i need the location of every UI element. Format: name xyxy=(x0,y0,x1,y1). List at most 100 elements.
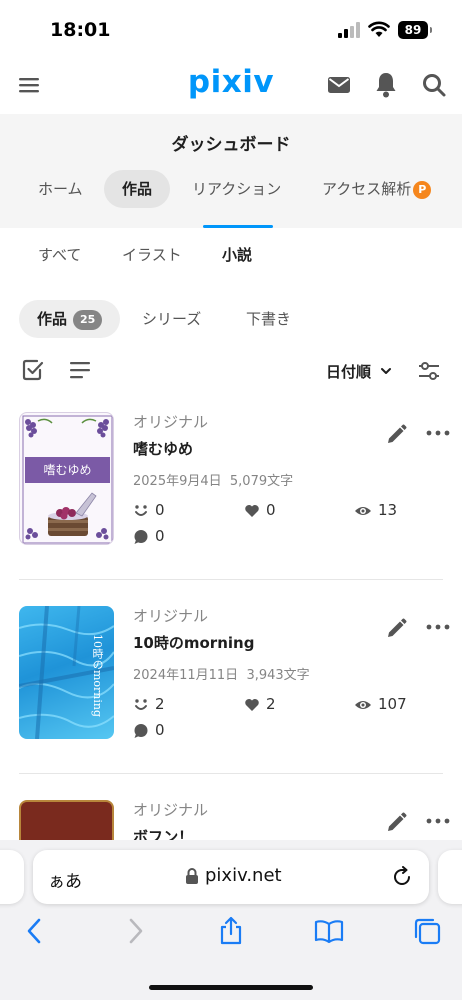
filter-chips: 作品 25 シリーズ 下書き xyxy=(0,300,462,338)
work-category: オリジナル xyxy=(133,801,209,819)
work-date: 2025年9月4日 xyxy=(133,474,222,489)
list-toolbar: 日付順 xyxy=(0,354,462,388)
chip-drafts[interactable]: 下書き xyxy=(228,300,309,338)
work-date-and-length: 2025年9月4日 5,079文字 xyxy=(133,470,373,489)
item-divider xyxy=(19,579,443,580)
chip-works-label: 作品 xyxy=(37,310,68,328)
comment-stat: 0 xyxy=(133,526,165,546)
reload-icon[interactable] xyxy=(391,866,413,888)
premium-badge: P xyxy=(413,180,432,199)
previous-tab-preview[interactable] xyxy=(0,850,24,904)
work-title[interactable]: 10時のmorning xyxy=(133,632,373,654)
reaction-stat: 2 xyxy=(133,694,165,714)
address-bar[interactable]: ぁあ pixiv.net xyxy=(33,850,429,904)
view-count: 107 xyxy=(378,695,407,713)
eye-icon xyxy=(355,700,371,709)
work-title[interactable]: 嗜むゆめ xyxy=(133,438,373,460)
url-domain[interactable]: pixiv.net xyxy=(205,865,282,886)
more-options-icon[interactable] xyxy=(426,622,450,632)
sort-dropdown[interactable]: 日付順 xyxy=(326,361,371,382)
work-cover-image[interactable]: 10時のmorning xyxy=(19,606,114,739)
heart-icon xyxy=(245,698,259,711)
list-view-icon[interactable] xyxy=(69,360,91,380)
more-options-icon[interactable] xyxy=(426,428,450,438)
app-header: pixiv xyxy=(0,58,462,114)
like-stat: 0 xyxy=(244,500,276,520)
like-count: 2 xyxy=(266,695,276,713)
back-arrow-icon[interactable] xyxy=(20,916,50,946)
work-category: オリジナル xyxy=(133,607,209,625)
chevron-down-icon[interactable] xyxy=(380,365,392,377)
work-char-count: 5,079文字 xyxy=(229,474,294,489)
select-checkbox-icon[interactable] xyxy=(21,358,45,382)
wifi-icon xyxy=(368,21,390,37)
more-options-icon[interactable] xyxy=(426,816,450,826)
tab-home[interactable]: ホーム xyxy=(20,170,101,208)
comment-count: 0 xyxy=(155,527,165,545)
reaction-count: 0 xyxy=(155,501,165,519)
next-tab-preview[interactable] xyxy=(438,850,462,904)
pencil-edit-icon[interactable] xyxy=(385,812,407,834)
like-count: 0 xyxy=(266,501,276,519)
tab-access-analytics[interactable]: アクセス解析 P xyxy=(304,170,449,208)
filter-settings-icon[interactable] xyxy=(417,359,441,383)
dashboard-section: ダッシュボード ホーム 作品 リアクション アクセス解析 P xyxy=(0,114,462,228)
work-item[interactable]: 嗜むゆめ オリジナル 嗜むゆめ 2025年9月4日 5,079文字 0 0 13… xyxy=(0,412,462,606)
dashboard-title: ダッシュボード xyxy=(171,135,291,155)
work-stats: 2 2 107 0 xyxy=(133,694,407,746)
work-cover-title: 嗜むゆめ xyxy=(43,463,92,477)
work-cover-image[interactable] xyxy=(19,800,114,840)
reaction-smile-icon xyxy=(135,698,147,710)
item-divider xyxy=(19,773,443,774)
work-category: オリジナル xyxy=(133,413,209,431)
work-item[interactable]: 10時のmorning オリジナル 10時のmorning 2024年11月11… xyxy=(0,606,462,800)
pencil-edit-icon[interactable] xyxy=(385,618,407,640)
subtab-novel[interactable]: 小説 xyxy=(222,244,252,265)
search-icon[interactable] xyxy=(421,72,447,98)
comment-bubble-icon xyxy=(134,723,148,738)
chip-series[interactable]: シリーズ xyxy=(124,300,219,338)
view-stat: 107 xyxy=(354,694,407,714)
status-bar: 18:01 89 xyxy=(0,0,462,58)
notification-bell-icon[interactable] xyxy=(374,71,398,99)
reaction-smile-icon xyxy=(135,504,147,516)
subtab-all[interactable]: すべて xyxy=(38,244,81,265)
work-date-and-length: 2024年11月11日 3,943文字 xyxy=(133,664,373,683)
forward-arrow-icon[interactable] xyxy=(120,916,150,946)
browser-toolbar: ぁあ pixiv.net xyxy=(0,840,462,1000)
work-item[interactable]: オリジナル ボフン！ xyxy=(0,800,462,840)
heart-icon xyxy=(245,504,259,517)
view-stat: 13 xyxy=(354,500,397,520)
eye-icon xyxy=(355,506,371,515)
work-title[interactable]: ボフン！ xyxy=(133,826,373,840)
mail-icon[interactable] xyxy=(326,72,352,98)
chip-works[interactable]: 作品 25 xyxy=(19,300,121,338)
comment-stat: 0 xyxy=(133,720,165,740)
work-date: 2024年11月11日 xyxy=(133,668,239,683)
bookmarks-icon[interactable] xyxy=(314,916,344,946)
like-stat: 2 xyxy=(244,694,276,714)
work-cover-title: 10時のmorning xyxy=(91,634,104,718)
work-char-count: 3,943文字 xyxy=(246,668,310,683)
home-indicator xyxy=(149,985,313,990)
reaction-count: 2 xyxy=(155,695,165,713)
subtab-illust[interactable]: イラスト xyxy=(122,244,182,265)
tab-works[interactable]: 作品 xyxy=(104,170,171,208)
battery-indicator: 89 xyxy=(398,21,432,39)
work-cover-image[interactable]: 嗜むゆめ xyxy=(19,412,114,545)
active-tab-indicator xyxy=(203,225,273,228)
tab-reactions[interactable]: リアクション xyxy=(174,170,299,208)
pencil-edit-icon[interactable] xyxy=(385,424,407,446)
status-time: 18:01 xyxy=(50,19,111,41)
work-type-tabs: すべて イラスト 小説 xyxy=(0,240,462,270)
tabs-overview-icon[interactable] xyxy=(412,916,442,946)
view-count: 13 xyxy=(378,501,398,519)
comment-bubble-icon xyxy=(134,529,148,544)
cellular-signal-icon xyxy=(338,22,360,38)
tab-access-analytics-label: アクセス解析 xyxy=(322,180,412,198)
lock-icon xyxy=(186,868,198,884)
comment-count: 0 xyxy=(155,721,165,739)
share-icon[interactable] xyxy=(216,916,246,946)
reader-settings-button[interactable]: ぁあ xyxy=(48,867,82,892)
works-count-badge: 25 xyxy=(73,309,103,330)
